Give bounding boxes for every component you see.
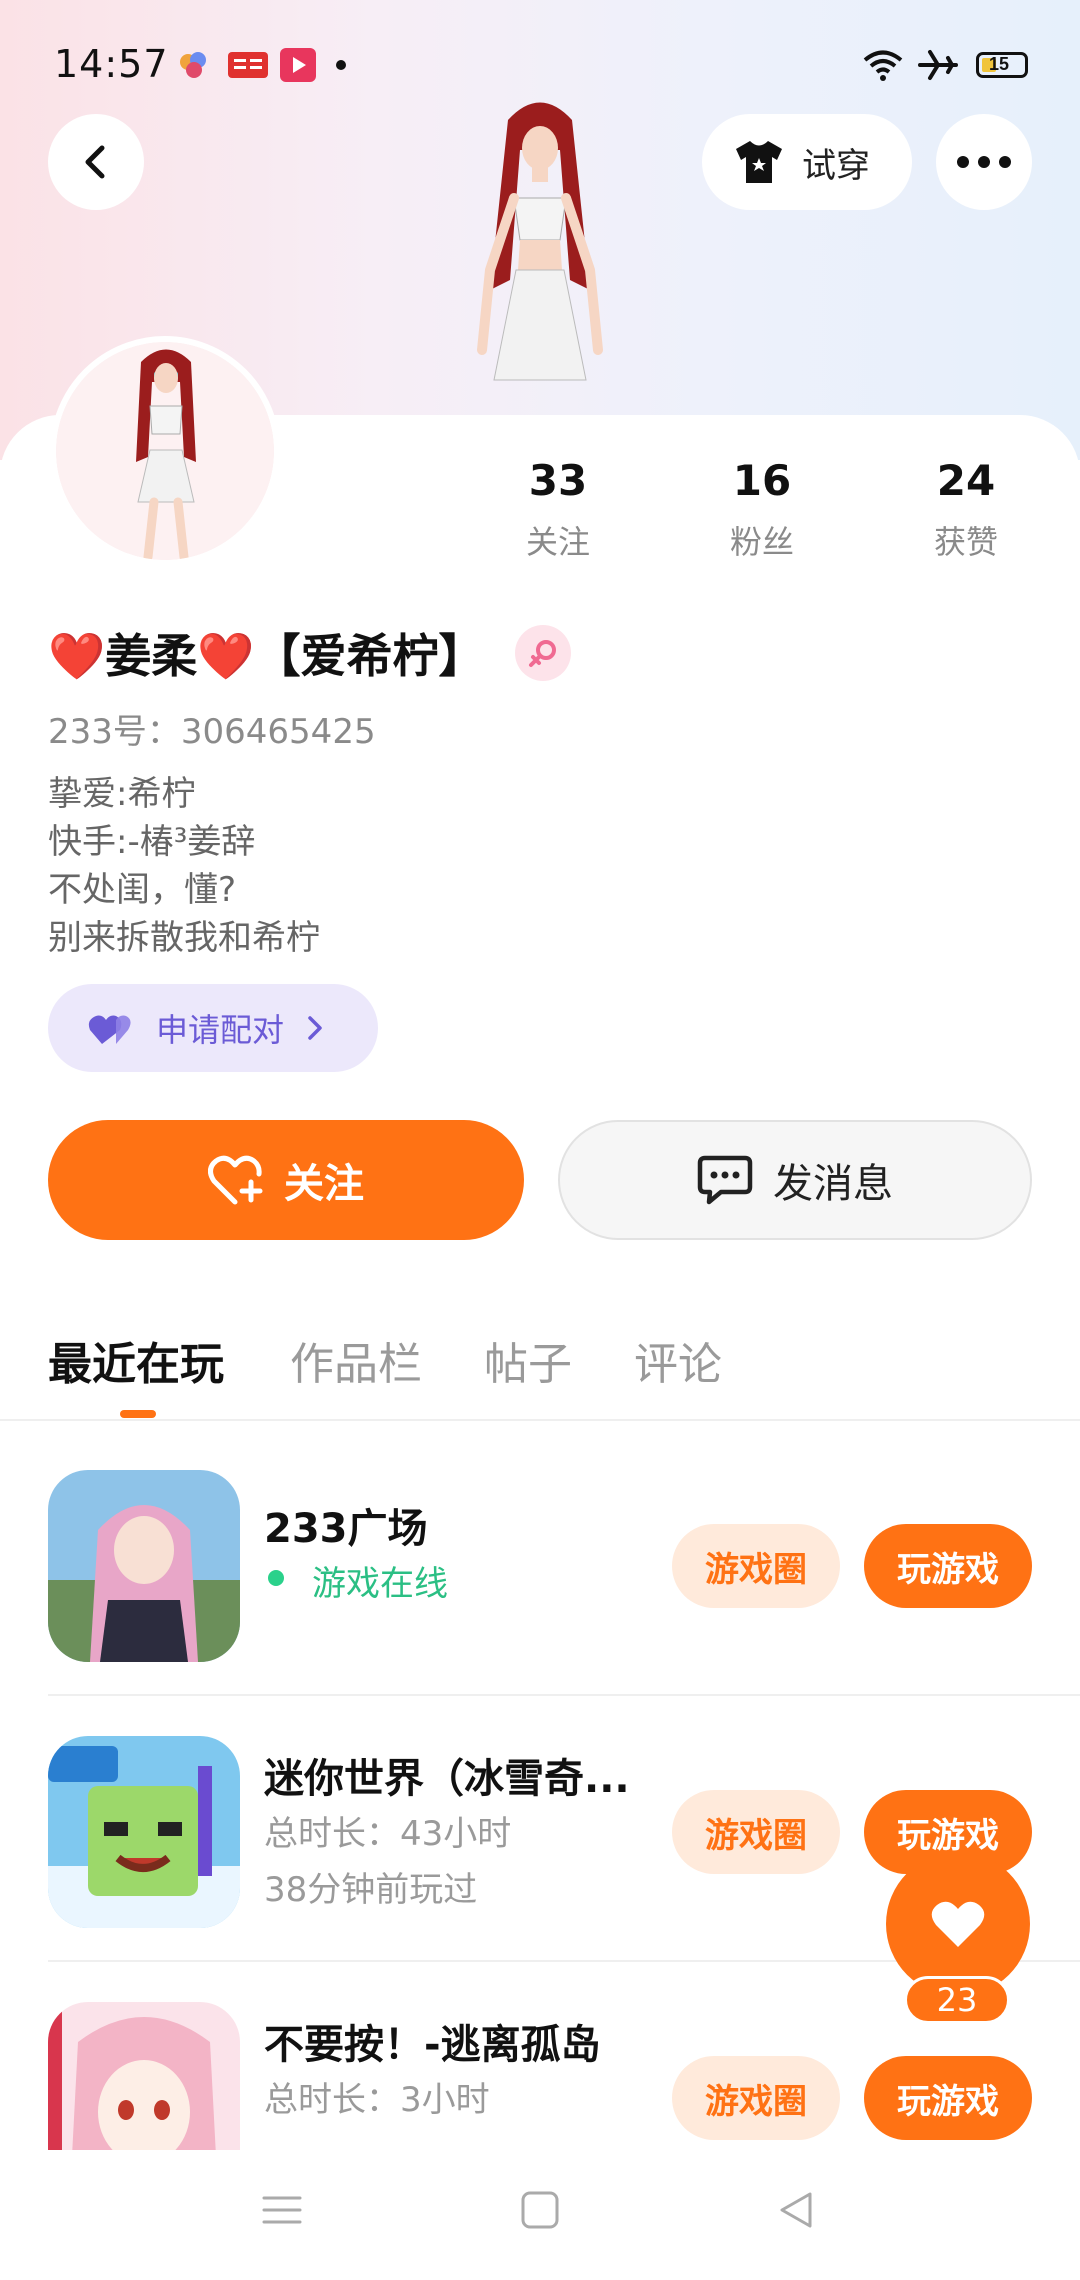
game-title: 233广场 [264, 1506, 428, 1552]
avatar[interactable] [50, 336, 280, 566]
game-duration: 总时长：43小时 [264, 1814, 512, 1854]
stat-fans[interactable]: 16 粉丝 [692, 456, 832, 563]
user-id: 233号：306465425 [48, 712, 376, 752]
more-dots-icon [957, 156, 1011, 168]
game-duration: 总时长：3小时 [264, 2080, 490, 2120]
tshirt-icon [736, 141, 782, 183]
back-button[interactable] [48, 114, 144, 210]
likes-label: 获赞 [933, 523, 998, 561]
battery-level: 15 [989, 54, 1010, 74]
try-on-button[interactable]: 试穿 [702, 114, 912, 210]
following-label: 关注 [525, 523, 590, 561]
likes-count: 24 [936, 456, 996, 505]
bio-line: 别来拆散我和希柠 [48, 918, 320, 958]
double-heart-icon [88, 1015, 131, 1044]
bio-line: 不处闺，懂? [48, 870, 237, 910]
active-tab-indicator [120, 1410, 156, 1418]
tabs-divider [0, 1419, 1080, 1421]
stat-likes[interactable]: 24 获赞 [896, 456, 1036, 563]
play-game-button[interactable]: 玩游戏 [864, 2056, 1032, 2140]
like-count-badge: 23 [904, 1976, 1010, 2024]
female-gender-icon [514, 625, 571, 681]
game-circle-button[interactable]: 游戏圈 [672, 2056, 840, 2140]
avatar-figure [136, 349, 196, 560]
heart-icon [931, 1901, 985, 1947]
app-icon-colorful [180, 52, 206, 78]
status-time: 14:57 [54, 42, 169, 86]
tab-posts[interactable]: 帖子 [484, 1328, 572, 1392]
back-triangle-icon[interactable] [776, 2190, 816, 2230]
tab-comments[interactable]: 评论 [634, 1328, 722, 1392]
toutiao-icon [228, 52, 268, 78]
send-message-label: 发消息 [773, 1161, 893, 1207]
heart-plus-icon [208, 1155, 263, 1205]
game-icon-233-square [48, 1470, 240, 1662]
home-square-icon[interactable] [520, 2190, 560, 2230]
game-title: 迷你世界（冰雪奇... [264, 1756, 630, 1802]
follow-label: 关注 [284, 1161, 364, 1207]
apply-pair-button[interactable]: 申请配对 [48, 984, 378, 1072]
notification-dot [336, 60, 346, 70]
video-play-icon [280, 48, 316, 82]
following-count: 33 [528, 456, 588, 505]
profile-tabs: 最近在玩 作品栏 帖子 评论 [0, 1320, 1080, 1420]
send-message-button[interactable]: 发消息 [558, 1120, 1032, 1240]
battery-icon: 15 [976, 52, 1028, 78]
fans-count: 16 [732, 456, 792, 505]
chevron-right-icon [308, 1016, 322, 1040]
profile-name: ❤️姜柔❤️【爱希柠】 [48, 629, 485, 683]
like-button[interactable] [886, 1852, 1030, 1996]
game-icon-dont-press [48, 2002, 240, 2150]
game-title: 不要按！-逃离孤岛 [264, 2022, 601, 2068]
recently-played-list: 233广场 游戏在线 游戏圈 玩游戏 迷你世界（冰雪奇... 总时长：43小时 … [0, 1440, 1080, 2150]
tab-works[interactable]: 作品栏 [290, 1328, 422, 1392]
stat-following[interactable]: 33 关注 [488, 456, 628, 563]
bio-line: 挚爱:希柠 [48, 774, 196, 814]
more-button[interactable] [936, 114, 1032, 210]
airplane-mode-icon [918, 50, 958, 80]
fans-label: 粉丝 [729, 523, 794, 561]
game-online-status: 游戏在线 [312, 1564, 448, 1604]
try-on-label: 试穿 [802, 145, 870, 186]
bio-line: 快手:-椿³姜辞 [48, 822, 256, 862]
list-divider [48, 1694, 1080, 1696]
avatar-3d-figure [477, 102, 603, 381]
chevron-left-icon [85, 145, 105, 179]
list-item[interactable]: 233广场 游戏在线 游戏圈 玩游戏 [0, 1440, 1080, 1706]
bio: 挚爱:希柠 快手:-椿³姜辞 不处闺，懂? 别来拆散我和希柠 [48, 770, 320, 962]
chat-bubble-icon [697, 1155, 753, 1205]
game-icon-mini-world [48, 1736, 240, 1928]
game-last-played: 38分钟前玩过 [264, 1870, 478, 1910]
online-status-dot [268, 1570, 284, 1586]
name-row: ❤️姜柔❤️【爱希柠】 [48, 620, 571, 686]
tab-recently-played[interactable]: 最近在玩 [48, 1328, 224, 1392]
game-circle-button[interactable]: 游戏圈 [672, 1524, 840, 1608]
apply-pair-label: 申请配对 [156, 1011, 285, 1049]
game-circle-button[interactable]: 游戏圈 [672, 1790, 840, 1874]
menu-icon[interactable] [262, 2190, 302, 2230]
follow-button[interactable]: 关注 [48, 1120, 524, 1240]
play-game-button[interactable]: 玩游戏 [864, 1524, 1032, 1608]
wifi-icon [863, 50, 903, 81]
system-nav-bar [0, 2150, 1080, 2280]
